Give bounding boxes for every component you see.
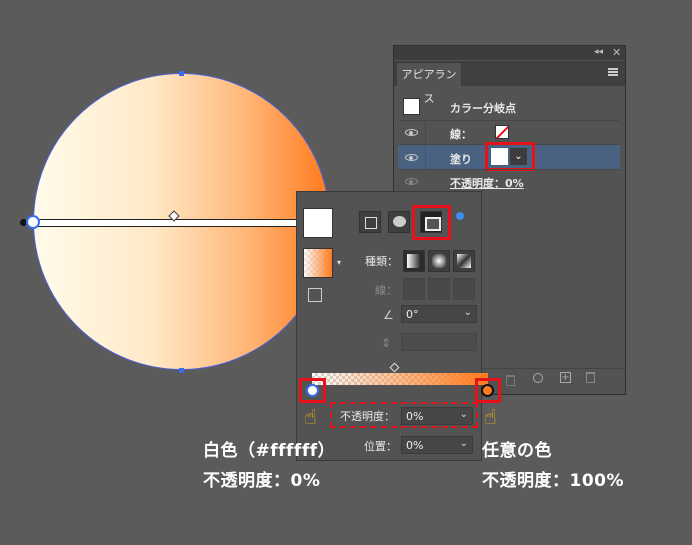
delete-item-icon[interactable]	[586, 372, 595, 383]
color-palette-icon[interactable]	[388, 211, 410, 233]
gradient-mode-button[interactable]	[420, 211, 442, 233]
top-anchor-point[interactable]	[179, 71, 184, 76]
stroke-none-swatch[interactable]	[495, 125, 509, 139]
stroke-label: 線：	[450, 128, 472, 141]
stroke-gradient-option-1	[403, 278, 425, 300]
delete-stop-icon[interactable]	[506, 375, 515, 386]
gradient-panel: ▾ 種類： 線： ∠ 0° ⌄ ⇕ 不透明度： 0% ⌄ 位置： 0% ⌄	[296, 191, 515, 461]
left-color-stop[interactable]	[306, 384, 319, 397]
right-pointing-hand-icon: ☝	[484, 405, 497, 429]
position-value: 0%	[406, 439, 424, 452]
gradient-annotator-bar[interactable]	[30, 219, 302, 227]
swatch-mode-icon[interactable]	[359, 211, 381, 233]
right-color-stop[interactable]	[481, 384, 494, 397]
freeform-gradient-icon[interactable]	[456, 212, 464, 220]
stroke-gradient-option-2	[428, 278, 450, 300]
fill-dropdown-chevron-icon[interactable]: ⌄	[510, 148, 527, 165]
angle-value: 0°	[406, 308, 419, 321]
panel-title-bar[interactable]	[394, 46, 625, 60]
linear-gradient-button[interactable]	[403, 250, 425, 272]
freeform-gradient-button[interactable]	[453, 250, 475, 272]
stroke-visibility-eye-icon[interactable]	[405, 129, 418, 136]
stroke-gradient-option-3	[453, 278, 475, 300]
annotation-left-line2: 不透明度：0%	[203, 471, 321, 491]
aspect-ratio-icon: ⇕	[381, 336, 392, 350]
gradient-fill-swatch[interactable]	[303, 208, 333, 238]
fill-visibility-eye-icon[interactable]	[405, 154, 418, 161]
object-thumbnail	[403, 98, 420, 115]
annotator-start-handle[interactable]	[26, 215, 40, 229]
gradient-preset-swatch[interactable]	[303, 248, 333, 278]
bottom-anchor-point[interactable]	[179, 368, 184, 373]
tab-appearance[interactable]: アピアランス	[396, 62, 462, 105]
collapse-icon[interactable]: ◂◂	[594, 47, 603, 57]
stroke-label: 線：	[375, 284, 397, 297]
appearance-title: カラー分岐点	[450, 102, 516, 115]
annotation-right-line1: 任意の色	[482, 441, 552, 461]
close-icon[interactable]: ✕	[612, 46, 621, 59]
opacity-value: 0%	[406, 410, 424, 423]
aspect-ratio-field	[401, 333, 477, 351]
type-label: 種類：	[365, 255, 398, 268]
radial-gradient-button[interactable]	[428, 250, 450, 272]
duplicate-item-icon[interactable]: +	[560, 372, 571, 383]
reverse-gradient-icon[interactable]	[308, 288, 322, 302]
angle-field[interactable]: 0° ⌄	[401, 305, 477, 323]
panel-menu-icon[interactable]	[608, 68, 618, 76]
position-label: 位置：	[364, 440, 397, 453]
opacity-visibility-eye-icon[interactable]	[405, 178, 418, 185]
preset-dropdown-icon[interactable]: ▾	[337, 258, 341, 267]
position-field[interactable]: 0% ⌄	[401, 436, 473, 454]
opacity-link[interactable]: 不透明度：0%	[450, 175, 524, 191]
gradient-slider-bar[interactable]	[312, 373, 488, 385]
midpoint-diamond[interactable]	[389, 362, 400, 373]
opacity-label: 不透明度：	[340, 410, 395, 423]
left-pointing-hand-icon: ☝	[304, 405, 317, 429]
fill-label: 塗り	[450, 153, 472, 166]
annotation-right-line2: 不透明度：100%	[482, 471, 625, 491]
fill-gradient-swatch[interactable]	[491, 148, 508, 165]
annotation-left-line1: 白色（#ffffff）	[203, 441, 336, 461]
clear-appearance-icon[interactable]	[533, 373, 543, 383]
angle-icon: ∠	[383, 308, 394, 322]
opacity-field[interactable]: 0% ⌄	[401, 407, 473, 425]
